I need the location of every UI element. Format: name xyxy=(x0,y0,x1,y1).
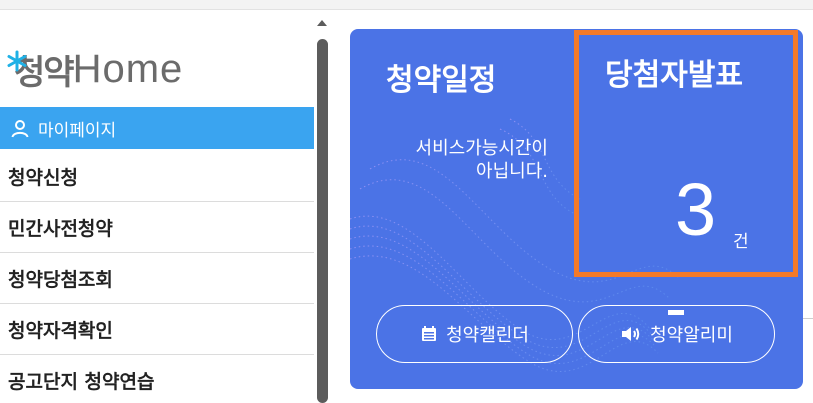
speaker-icon xyxy=(622,327,640,341)
sidebar-item-eligibility-check[interactable]: 청약자격확인 xyxy=(0,304,314,355)
sidebar-menu: 청약신청 민간사전청약 청약당첨조회 청약자격확인 공고단지 청약연습 xyxy=(0,151,314,403)
logo-text-english: Home xyxy=(72,46,184,91)
winner-count-unit: 건 xyxy=(733,232,749,252)
user-icon xyxy=(11,120,29,138)
divider xyxy=(803,318,813,319)
sidebar-item-apply[interactable]: 청약신청 xyxy=(0,151,314,202)
winner-count: 3 xyxy=(675,168,717,251)
mypage-link[interactable]: 마이페이지 xyxy=(0,107,314,149)
alarm-button[interactable]: 청약알리미 xyxy=(578,305,775,363)
logo-star-icon xyxy=(7,50,27,72)
schedule-message-line-1: 서비스가능시간이 xyxy=(415,138,548,159)
sidebar-item-winner-lookup[interactable]: 청약당첨조회 xyxy=(0,253,314,304)
sidebar-item-practice[interactable]: 공고단지 청약연습 xyxy=(0,355,314,403)
top-bar xyxy=(0,0,813,10)
sidebar: 청약 Home 마이페이지 청약신청 민간사전청약 청약당첨조회 청약자격확인 … xyxy=(0,10,314,403)
sidebar-item-private-pre-subscription[interactable]: 민간사전청약 xyxy=(0,202,314,253)
schedule-title[interactable]: 청약일정 xyxy=(386,55,496,99)
calendar-button-label: 청약캘린더 xyxy=(446,325,529,346)
calendar-button[interactable]: 청약캘린더 xyxy=(376,305,573,363)
scrollbar-thumb[interactable] xyxy=(317,39,328,403)
winner-announcement-panel[interactable]: 당첨자발표 3 건 xyxy=(574,30,798,277)
schedule-service-message: 서비스가능시간이 아닙니다. xyxy=(370,137,548,183)
cheongyak-home-logo[interactable]: 청약 Home xyxy=(6,44,183,94)
winner-announcement-title: 당첨자발표 xyxy=(605,58,743,93)
scroll-up-arrow-icon[interactable] xyxy=(315,17,329,29)
page: 청약 Home 마이페이지 청약신청 민간사전청약 청약당첨조회 청약자격확인 … xyxy=(0,0,813,403)
alarm-button-label: 청약알리미 xyxy=(650,325,733,346)
schedule-message-line-2: 아닙니다. xyxy=(476,161,548,182)
calendar-icon xyxy=(422,326,437,341)
mypage-label: 마이페이지 xyxy=(38,120,117,141)
